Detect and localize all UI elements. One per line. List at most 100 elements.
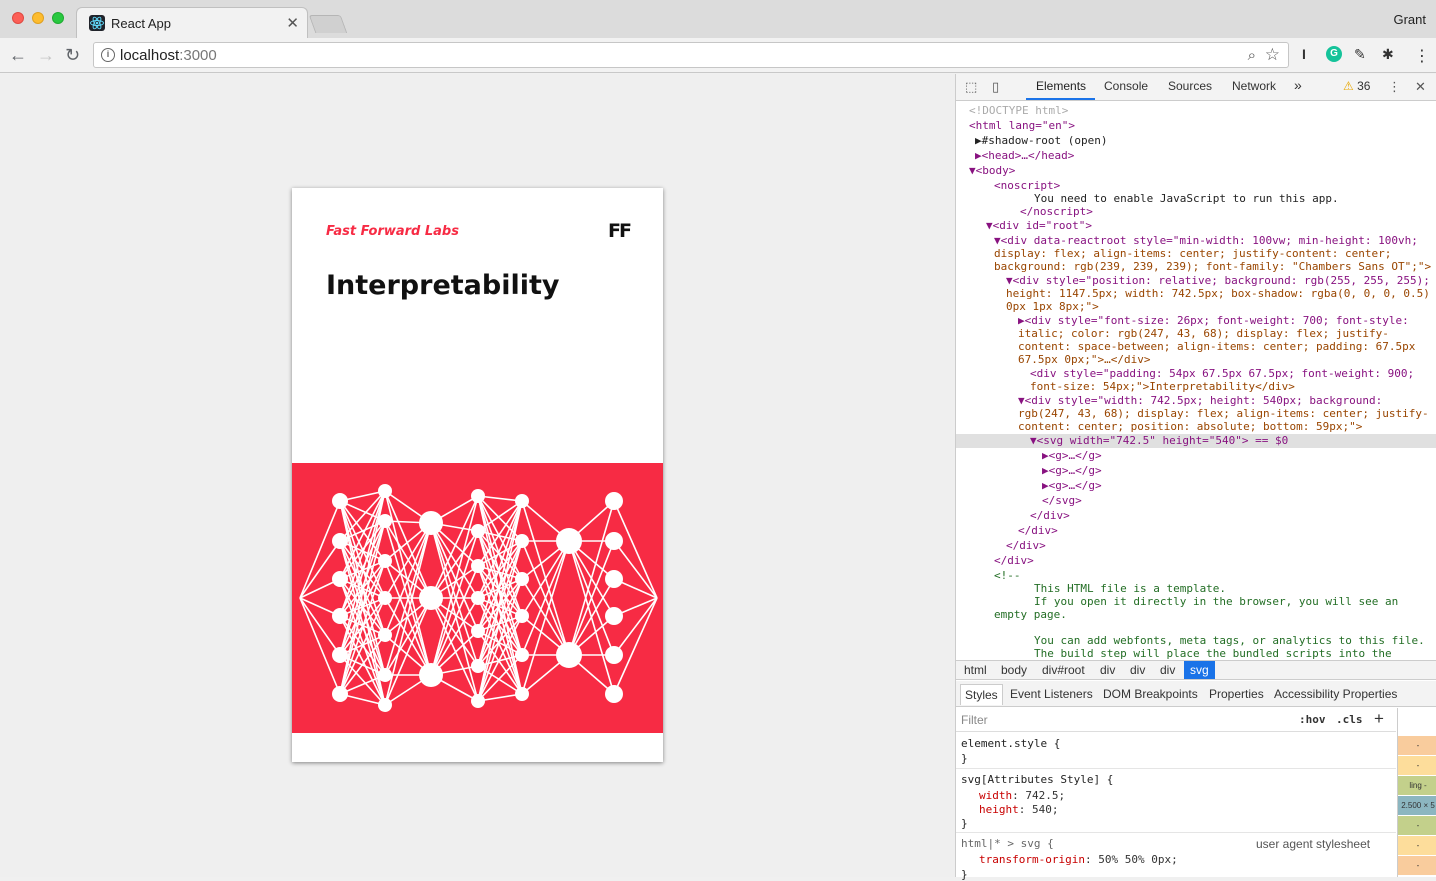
crumb-svg[interactable]: svg — [1184, 661, 1215, 679]
ext-pin-icon[interactable]: ✎ — [1354, 46, 1366, 63]
dom-line[interactable]: display: flex; align-items: center; just… — [994, 247, 1391, 260]
devtools-toolbar: ⬚ ▯ Elements Console Sources Network » ⚠… — [956, 74, 1436, 101]
tab-accessibility-properties[interactable]: Accessibility Properties — [1274, 687, 1397, 701]
dom-line[interactable]: </div> — [1030, 509, 1070, 522]
devtools-menu-icon[interactable]: ⋮ — [1388, 79, 1401, 95]
bookmark-star-icon[interactable]: ☆ — [1265, 45, 1280, 65]
nn-node — [471, 559, 485, 573]
back-arrow-icon[interactable]: ← — [9, 45, 27, 65]
dom-line[interactable]: font-size: 54px;">Interpretability</div> — [1030, 380, 1295, 393]
tab-dom-breakpoints[interactable]: DOM Breakpoints — [1103, 687, 1198, 701]
crumb-html[interactable]: html — [964, 663, 987, 677]
cls-toggle[interactable]: .cls — [1336, 713, 1363, 726]
dom-line[interactable]: ▶#shadow-root (open) — [975, 134, 1107, 147]
dom-line[interactable]: background: rgb(239, 239, 239); font-fam… — [994, 260, 1431, 273]
crumb-root[interactable]: div#root — [1042, 663, 1085, 677]
tab-sources[interactable]: Sources — [1168, 79, 1212, 93]
dom-line[interactable]: </div> — [994, 554, 1034, 567]
dom-line[interactable]: ▶<g>…</g> — [1042, 449, 1102, 462]
profile-name[interactable]: Grant — [1393, 12, 1426, 27]
reload-icon[interactable]: ↻ — [65, 45, 80, 65]
dom-line[interactable]: ▼<div id="root"> — [986, 219, 1092, 232]
nn-node — [515, 648, 529, 662]
dom-line[interactable]: <div style="padding: 54px 67.5px 67.5px;… — [1030, 367, 1414, 380]
warning-badge[interactable]: ⚠ 36 — [1343, 79, 1370, 93]
crumb-div-2[interactable]: div — [1130, 663, 1145, 677]
dom-line[interactable]: ▶<g>…</g> — [1042, 464, 1102, 477]
dom-line[interactable]: ▼<svg width="742.5" height="540"> == $0 — [1030, 434, 1288, 447]
hov-toggle[interactable]: :hov — [1299, 713, 1326, 726]
ext-grammarly-icon[interactable]: G — [1326, 46, 1342, 62]
dom-tree[interactable]: <!DOCTYPE html> <html lang="en"> ▶#shadow-… — [956, 102, 1436, 660]
dom-line[interactable]: italic; color: rgb(247, 43, 68); display… — [1018, 327, 1389, 340]
dom-line[interactable]: ▶<g>…</g> — [1042, 479, 1102, 492]
info-icon[interactable]: i — [101, 48, 115, 62]
width-declaration[interactable]: width: 742.5; — [979, 789, 1065, 802]
new-tab-button[interactable] — [308, 15, 348, 33]
window-close-button[interactable] — [12, 12, 24, 24]
tab-network[interactable]: Network — [1232, 79, 1276, 93]
dom-line[interactable]: ▶<head>…</head> — [975, 149, 1074, 162]
dom-line[interactable]: <!DOCTYPE html> — [969, 104, 1068, 117]
book-cover: Fast Forward Labs FF Interpretability — [292, 188, 663, 762]
window-minimize-button[interactable] — [32, 12, 44, 24]
device-toolbar-icon[interactable]: ▯ — [992, 79, 999, 95]
rule-close: } — [961, 752, 968, 765]
forward-arrow-icon[interactable]: → — [37, 45, 55, 65]
dom-line[interactable]: You need to enable JavaScript to run thi… — [1034, 192, 1339, 205]
dom-line[interactable]: </div> — [1006, 539, 1046, 552]
dom-line[interactable]: This HTML file is a template. — [1034, 582, 1226, 595]
nn-node — [471, 489, 485, 503]
tab-console[interactable]: Console — [1104, 79, 1148, 93]
dom-line[interactable]: ▼<div style="width: 742.5px; height: 540… — [1018, 394, 1382, 407]
tab-event-listeners[interactable]: Event Listeners — [1010, 687, 1093, 701]
devtools-close-icon[interactable]: ✕ — [1415, 79, 1426, 95]
chrome-menu-icon[interactable]: ⋮ — [1414, 46, 1430, 66]
browser-tab[interactable]: React App ✕ — [76, 7, 308, 39]
crumb-body[interactable]: body — [1001, 663, 1027, 677]
dom-line[interactable]: </svg> — [1042, 494, 1082, 507]
dom-line[interactable]: 67.5px 0px;">…</div> — [1018, 353, 1150, 366]
dom-line[interactable]: ▼<div style="position: relative; backgro… — [1006, 274, 1430, 287]
dom-line[interactable]: ▼<div data-reactroot style="min-width: 1… — [994, 234, 1418, 247]
nn-node — [419, 586, 443, 610]
nn-edge — [521, 540, 570, 695]
ext-bug-icon[interactable]: ✱ — [1382, 46, 1394, 63]
dom-line[interactable]: </div> — [1018, 524, 1058, 537]
tab-elements[interactable]: Elements — [1036, 79, 1086, 93]
dom-line[interactable]: <html lang="en"> — [969, 119, 1075, 132]
dom-line[interactable]: The build step will place the bundled sc… — [1034, 647, 1392, 660]
new-style-rule-icon[interactable]: + — [1374, 709, 1384, 729]
dom-line[interactable]: height: 1147.5px; width: 742.5px; box-sh… — [1006, 287, 1430, 300]
dom-line[interactable]: ▶<div style="font-size: 26px; font-weigh… — [1018, 314, 1409, 327]
bm-border: - — [1398, 756, 1436, 775]
dom-line[interactable]: empty page. — [994, 608, 1067, 621]
nn-node — [332, 647, 348, 663]
window-maximize-button[interactable] — [52, 12, 64, 24]
more-tabs-icon[interactable]: » — [1294, 77, 1302, 93]
inspect-element-icon[interactable]: ⬚ — [965, 79, 977, 95]
tab-styles[interactable]: Styles — [960, 684, 1003, 705]
nn-node — [332, 686, 348, 702]
tab-close-icon[interactable]: ✕ — [286, 14, 299, 32]
dom-line[interactable]: rgb(247, 43, 68); display: flex; align-i… — [1018, 407, 1429, 420]
dom-line[interactable]: <noscript> — [994, 179, 1060, 192]
address-bar[interactable]: i localhost:3000 ⌕ ☆ — [93, 42, 1289, 68]
tab-properties[interactable]: Properties — [1209, 687, 1264, 701]
ext-instapaper-icon[interactable]: I — [1302, 46, 1306, 62]
dom-line[interactable]: If you open it directly in the browser, … — [1034, 595, 1398, 608]
dom-line[interactable]: <!-- — [994, 569, 1021, 582]
dom-line[interactable]: 0px 1px 8px;"> — [1006, 300, 1099, 313]
styles-filter[interactable]: Filter :hov .cls + — [956, 708, 1396, 732]
bm-padding-bottom: - — [1398, 816, 1436, 835]
dom-line[interactable]: content: center; position: absolute; bot… — [1018, 420, 1362, 433]
dom-line[interactable]: </noscript> — [1020, 205, 1093, 218]
dom-line[interactable]: content: space-between; align-items: cen… — [1018, 340, 1415, 353]
filter-input[interactable]: Filter — [961, 713, 988, 727]
dom-line[interactable]: ▼<body> — [969, 164, 1015, 177]
crumb-div-3[interactable]: div — [1160, 663, 1175, 677]
crumb-div-1[interactable]: div — [1100, 663, 1115, 677]
height-declaration[interactable]: height: 540; — [979, 803, 1059, 816]
zoom-icon[interactable]: ⌕ — [1248, 47, 1256, 64]
dom-line[interactable]: You can add webfonts, meta tags, or anal… — [1034, 634, 1425, 647]
